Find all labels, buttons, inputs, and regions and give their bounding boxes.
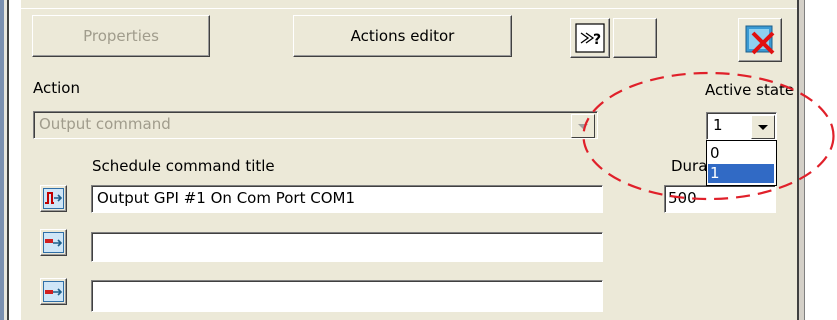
- schedule-title-input-1[interactable]: Output GPI #1 On Com Port COM1: [91, 185, 603, 213]
- schedule-title-value-1: Output GPI #1 On Com Port COM1: [97, 189, 355, 207]
- schedule-title-input-2[interactable]: [91, 232, 603, 262]
- action-dropdown-value: Output command: [39, 115, 171, 133]
- help-button[interactable]: ?: [570, 18, 610, 58]
- pulse-command-button[interactable]: [40, 185, 67, 212]
- send-command-button-2[interactable]: [40, 229, 67, 256]
- window-frame-left-edge: [7, 0, 9, 320]
- action-dropdown[interactable]: Output command: [33, 111, 598, 139]
- svg-text:?: ?: [593, 32, 601, 48]
- blank-button[interactable]: [613, 18, 657, 58]
- help-arrow-icon: ?: [575, 23, 605, 53]
- send-command-icon: [43, 281, 64, 302]
- schedule-title-input-3[interactable]: [91, 280, 603, 312]
- annotation-highlight: [582, 71, 835, 201]
- send-command-icon: [43, 232, 64, 253]
- pulse-command-icon: [43, 188, 64, 209]
- panel-separator: [20, 8, 797, 9]
- actions-editor-button[interactable]: Actions editor: [293, 15, 512, 57]
- action-label: Action: [33, 79, 80, 97]
- schedule-title-label: Schedule command title: [92, 157, 275, 175]
- send-command-button-3[interactable]: [40, 278, 67, 305]
- delete-button[interactable]: [738, 18, 782, 62]
- properties-button[interactable]: Properties: [32, 15, 210, 57]
- delete-x-icon: [745, 25, 775, 55]
